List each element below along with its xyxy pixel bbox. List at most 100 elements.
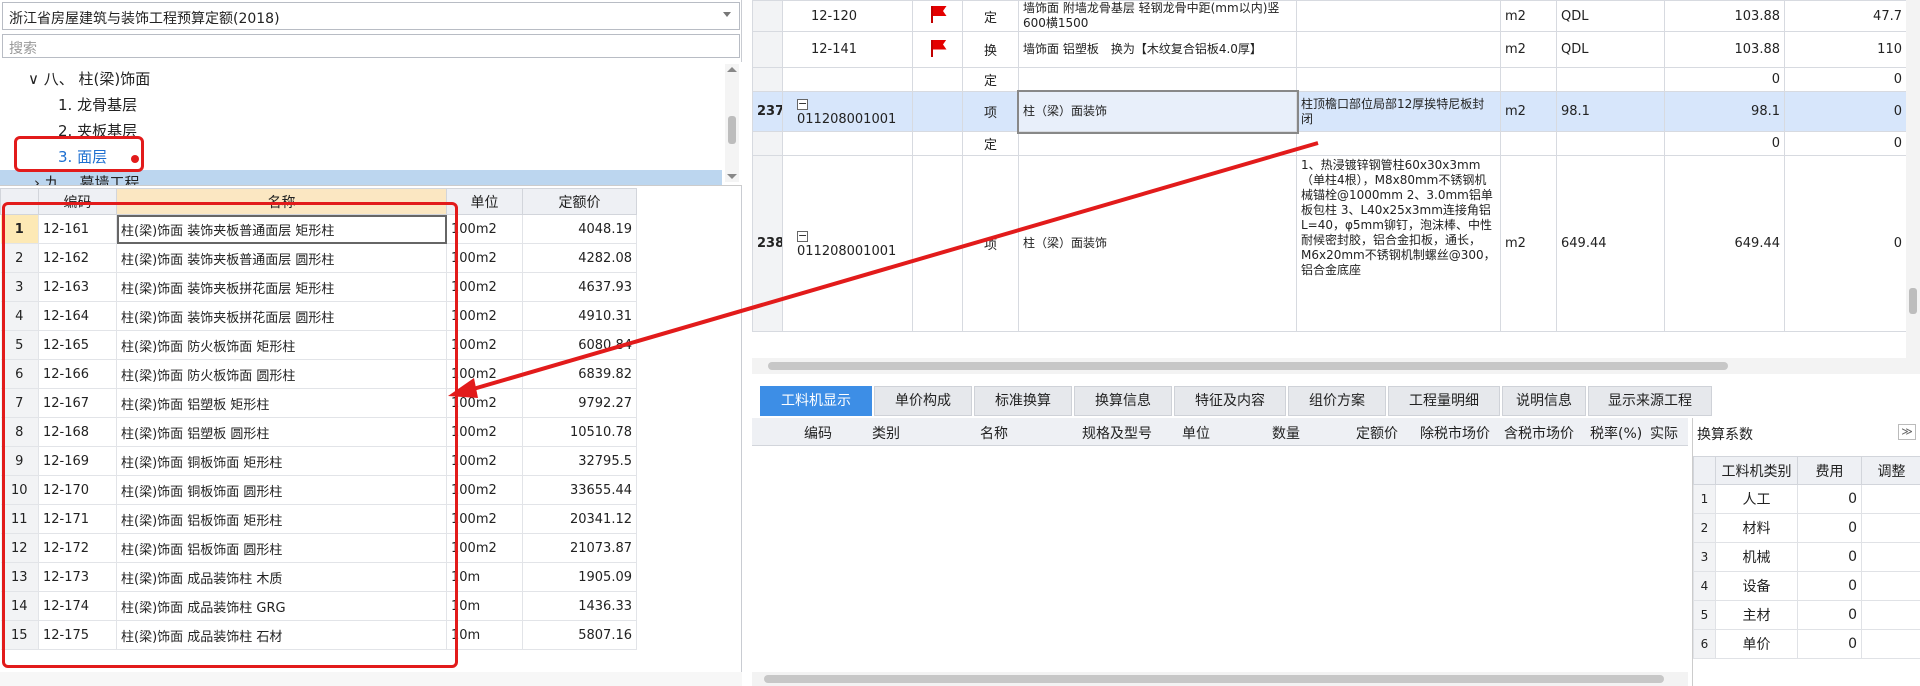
resource-col-header[interactable]: 数量: [1272, 423, 1300, 443]
coef-adjust[interactable]: [1861, 571, 1920, 601]
resource-col-header[interactable]: 名称: [980, 423, 1008, 443]
bill-code[interactable]: [782, 131, 913, 156]
scroll-thumb[interactable]: [728, 116, 736, 144]
bill-quantity[interactable]: 98.1: [1664, 91, 1785, 132]
bill-description[interactable]: 柱顶檐口部位局部12厚挨特尼板封闭: [1296, 91, 1501, 132]
tab-5[interactable]: 组价方案: [1288, 386, 1386, 416]
expand-icon[interactable]: ∨: [28, 70, 39, 88]
coef-fee[interactable]: 0: [1797, 629, 1862, 659]
tab-0[interactable]: 工料机显示: [760, 386, 872, 416]
bill-quantity[interactable]: 103.88: [1664, 0, 1785, 32]
quota-price[interactable]: 1905.09: [522, 562, 637, 592]
quota-price[interactable]: 4910.31: [522, 301, 637, 331]
collapse-icon[interactable]: −: [797, 230, 808, 242]
quota-price[interactable]: 33655.44: [522, 475, 637, 505]
bill-price[interactable]: 47.7: [1784, 0, 1907, 32]
bill-row[interactable]: 237 −011208001001 项柱（梁）面装饰 柱顶檐口部位局部12厚挨特尼板封…: [752, 89, 1907, 134]
bill-code[interactable]: 12-120: [782, 0, 913, 32]
quota-price[interactable]: 4637.93: [522, 272, 637, 302]
bill-name[interactable]: 墙饰面 铝塑板 换为【木纹复合铝板4.0厚】: [1018, 31, 1297, 68]
coef-row[interactable]: 6 单价 0: [1693, 629, 1920, 659]
quota-price[interactable]: 5807.16: [522, 620, 637, 650]
bill-name[interactable]: 墙饰面 附墙龙骨基层 轻钢龙骨中距(mm以内)竖600横1500: [1018, 0, 1297, 32]
tree-item-keel[interactable]: 1. 龙骨基层: [58, 92, 137, 118]
expand-icon[interactable]: ›: [34, 174, 40, 185]
bill-description[interactable]: [1296, 67, 1501, 92]
resource-col-header[interactable]: 编码: [804, 423, 832, 443]
bill-quantity[interactable]: 103.88: [1664, 31, 1785, 68]
bill-qty-expression[interactable]: QDL: [1556, 31, 1665, 68]
bill-unit[interactable]: m2: [1500, 0, 1557, 32]
bill-quantity[interactable]: 0: [1664, 67, 1785, 92]
coef-adjust[interactable]: [1861, 600, 1920, 630]
tab-6[interactable]: 工程量明细: [1388, 386, 1500, 416]
quota-price[interactable]: 4048.19: [522, 214, 637, 244]
bill-price[interactable]: 0: [1784, 67, 1907, 92]
quota-price[interactable]: 20341.12: [522, 504, 637, 534]
bill-unit[interactable]: m2: [1500, 31, 1557, 68]
coef-row[interactable]: 1 人工 0: [1693, 484, 1920, 514]
quota-price[interactable]: 6839.82: [522, 359, 637, 389]
resource-col-header[interactable]: 单位: [1182, 423, 1210, 443]
horizontal-scrollbar[interactable]: [0, 672, 742, 686]
coef-adjust[interactable]: [1861, 542, 1920, 572]
quota-price[interactable]: 4282.08: [522, 243, 637, 273]
bill-qty-expression[interactable]: [1556, 67, 1665, 92]
bill-name[interactable]: 柱（梁）面装饰: [1018, 155, 1297, 332]
tab-7[interactable]: 说明信息: [1502, 386, 1586, 416]
scroll-up-icon[interactable]: [727, 67, 737, 72]
coef-row[interactable]: 3 机械 0: [1693, 542, 1920, 572]
resource-col-header[interactable]: 除税市场价: [1420, 423, 1490, 443]
scroll-thumb[interactable]: [1909, 288, 1917, 314]
bill-horizontal-scrollbar[interactable]: [752, 358, 1906, 374]
bill-quantity[interactable]: 0: [1664, 131, 1785, 156]
bill-name[interactable]: [1018, 131, 1297, 156]
chevron-down-icon[interactable]: [723, 12, 731, 17]
bill-row[interactable]: 238 −011208001001 项柱（梁）面装饰 1、热浸镀锌钢管柱60x30x3…: [752, 155, 1907, 332]
bill-qty-expression[interactable]: QDL: [1556, 0, 1665, 32]
coef-adjust[interactable]: [1861, 629, 1920, 659]
tab-3[interactable]: 换算信息: [1074, 386, 1172, 416]
bill-unit[interactable]: m2: [1500, 91, 1557, 132]
tab-1[interactable]: 单价构成: [874, 386, 972, 416]
coef-row[interactable]: 5 主材 0: [1693, 600, 1920, 630]
coef-adjust[interactable]: [1861, 484, 1920, 514]
bill-price[interactable]: 0: [1784, 131, 1907, 156]
quota-price[interactable]: 9792.27: [522, 388, 637, 418]
coef-adjust[interactable]: [1861, 513, 1920, 543]
scroll-down-icon[interactable]: [727, 174, 737, 179]
quota-price[interactable]: 21073.87: [522, 533, 637, 563]
coef-fee[interactable]: 0: [1797, 542, 1862, 572]
bill-code[interactable]: −011208001001: [782, 91, 913, 132]
bill-row[interactable]: 12-120 定墙饰面 附墙龙骨基层 轻钢龙骨中距(mm以内)竖600横1500 m…: [752, 0, 1907, 32]
resource-col-header[interactable]: 税率(%): [1590, 423, 1642, 443]
bill-qty-expression[interactable]: [1556, 131, 1665, 156]
quota-price[interactable]: 1436.33: [522, 591, 637, 621]
bill-unit[interactable]: m2: [1500, 155, 1557, 332]
bill-description[interactable]: 1、热浸镀锌钢管柱60x30x3mm（单柱4根），M8x80mm不锈钢机械锚栓@…: [1296, 155, 1501, 332]
bill-quantity[interactable]: 649.44: [1664, 155, 1785, 332]
scroll-thumb[interactable]: [768, 362, 1728, 370]
bill-code[interactable]: [782, 67, 913, 92]
resource-horizontal-scrollbar[interactable]: [752, 672, 1688, 686]
coef-row[interactable]: 4 设备 0: [1693, 571, 1920, 601]
bill-qty-expression[interactable]: 649.44: [1556, 155, 1665, 332]
bill-description[interactable]: [1296, 0, 1501, 32]
bill-row[interactable]: 定 00: [752, 131, 1907, 156]
bill-vertical-scrollbar[interactable]: [1906, 0, 1920, 374]
library-select[interactable]: 浙江省房屋建筑与装饰工程预算定额(2018): [2, 2, 740, 30]
quota-price[interactable]: 10510.78: [522, 417, 637, 447]
bill-unit[interactable]: [1500, 131, 1557, 156]
tab-2[interactable]: 标准换算: [974, 386, 1072, 416]
collapse-icon[interactable]: ≫: [1898, 424, 1916, 440]
bill-price[interactable]: 0: [1784, 91, 1907, 132]
scroll-thumb[interactable]: [764, 675, 1664, 683]
collapse-icon[interactable]: −: [797, 98, 808, 110]
resource-col-header[interactable]: 含税市场价: [1504, 423, 1574, 443]
coef-fee[interactable]: 0: [1797, 513, 1862, 543]
tree-item-chapter-8[interactable]: ∨ 八、 柱(梁)饰面: [28, 66, 150, 92]
bill-price[interactable]: 0: [1784, 155, 1907, 332]
resource-col-header[interactable]: 类别: [872, 423, 900, 443]
resource-col-header[interactable]: 定额价: [1356, 423, 1398, 443]
coef-fee[interactable]: 0: [1797, 484, 1862, 514]
